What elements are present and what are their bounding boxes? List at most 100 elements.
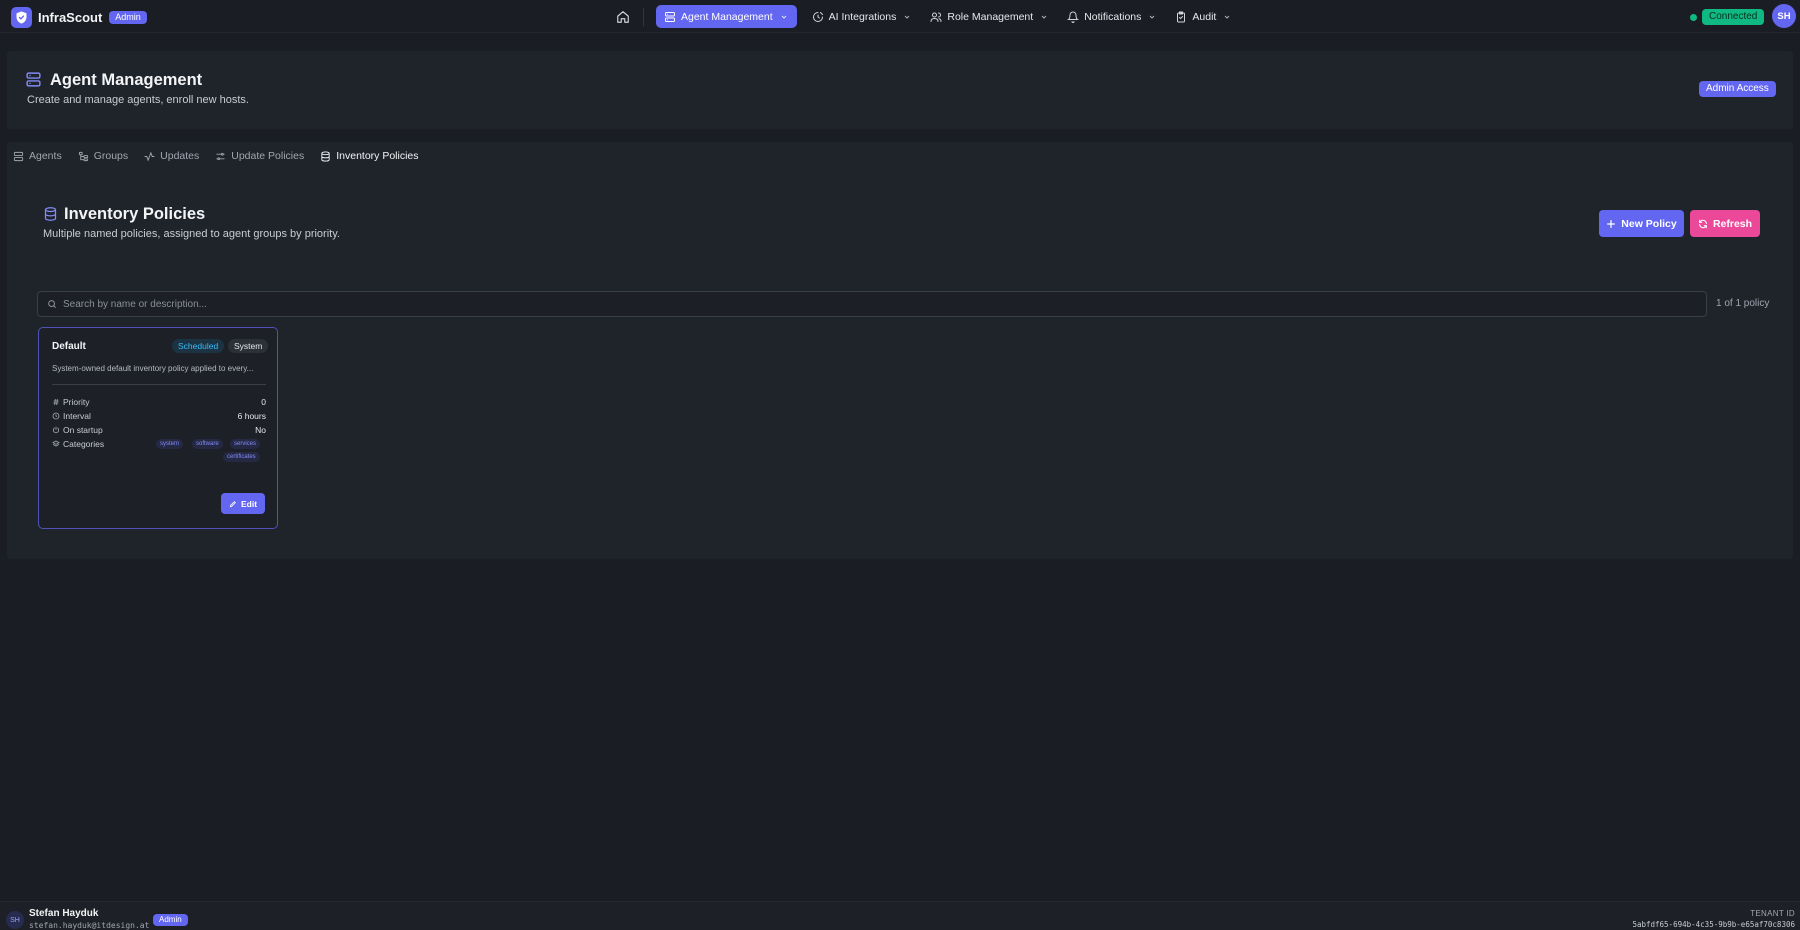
footer: SH Stefan Hayduk stefan.hayduk@itdesign.… (0, 901, 1800, 930)
property-value: 6 hours (237, 411, 266, 421)
app-name: InfraScout (38, 9, 103, 25)
server-icon (13, 151, 24, 162)
tab-bar: Agents Groups Updates Update Policies In… (13, 148, 435, 164)
edit-label: Edit (240, 498, 258, 509)
refresh-button[interactable]: Refresh (1690, 210, 1760, 237)
nav-ai-integrations[interactable]: AI Integrations (804, 5, 920, 28)
tab-inventory-policies[interactable]: Inventory Policies (320, 150, 419, 162)
nav-label: Notifications (1084, 10, 1142, 23)
result-count: 1 of 1 policy (1716, 298, 1770, 309)
nav-label: AI Integrations (828, 10, 897, 23)
property-key: Priority (63, 397, 90, 407)
main-nav: Agent Management AI Integrations Role Ma… (656, 5, 1242, 28)
activity-icon (144, 151, 155, 162)
chevron-down-icon (1040, 13, 1048, 21)
nav-audit[interactable]: Audit (1167, 5, 1239, 28)
clock-icon (52, 412, 60, 420)
section-subtitle: Multiple named policies, assigned to age… (43, 228, 340, 240)
tenant-label: TENANT ID (1750, 909, 1795, 918)
shield-logo-icon (11, 6, 32, 28)
edit-button[interactable]: Edit (221, 493, 265, 514)
tab-agents[interactable]: Agents (13, 150, 62, 162)
admin-access-badge: Admin Access (1699, 81, 1776, 97)
property-key: Interval (63, 411, 91, 421)
top-navbar: InfraScout Admin Agent Management AI Int… (0, 0, 1800, 33)
chevron-down-icon (780, 13, 788, 21)
database-icon (43, 206, 58, 222)
nav-label: Agent Management (681, 10, 773, 23)
section-title: Inventory Policies (64, 205, 206, 223)
nav-label: Audit (1192, 10, 1217, 23)
connection-badge: Connected (1702, 9, 1765, 25)
chevron-down-icon (1148, 13, 1156, 21)
policy-name: Default (52, 341, 86, 352)
policy-card[interactable]: Default Scheduled System System-owned de… (38, 327, 278, 529)
property-priority: Priority 0 (52, 396, 266, 408)
search-input[interactable] (63, 298, 1663, 310)
pencil-icon (229, 500, 237, 508)
tab-update-policies[interactable]: Update Policies (215, 150, 304, 162)
new-policy-button[interactable]: New Policy (1599, 210, 1684, 237)
property-interval: Interval 6 hours (52, 410, 266, 422)
tab-label: Update Policies (231, 150, 305, 162)
search-box (37, 291, 1707, 317)
ai-icon (812, 11, 824, 23)
policy-description: System-owned default inventory policy ap… (52, 364, 254, 373)
divider (52, 384, 266, 385)
power-icon (52, 426, 60, 434)
layers-icon (52, 440, 60, 448)
tab-label: Agents (29, 150, 62, 162)
chevron-down-icon (903, 13, 911, 21)
tab-label: Updates (160, 150, 200, 162)
category-chip: system (156, 439, 184, 449)
page-header: Agent Management Create and manage agent… (7, 51, 1793, 129)
tab-updates[interactable]: Updates (144, 150, 199, 162)
tab-groups[interactable]: Groups (78, 150, 128, 162)
main-panel: Agents Groups Updates Update Policies In… (7, 142, 1793, 559)
nav-divider (643, 8, 644, 26)
property-key: On startup (63, 425, 103, 435)
page-title: Agent Management (50, 71, 203, 89)
scheduled-badge: Scheduled (172, 339, 225, 353)
system-badge: System (228, 339, 269, 353)
brand[interactable]: InfraScout Admin (11, 6, 147, 28)
property-key: Categories (63, 439, 105, 449)
footer-user-email: stefan.hayduk@itdesign.at (29, 921, 150, 930)
property-value: No (255, 425, 266, 435)
home-icon[interactable] (616, 10, 630, 24)
role-badge: Admin (109, 10, 147, 24)
new-policy-label: New Policy (1621, 217, 1677, 230)
sliders-icon (215, 151, 226, 162)
server-icon (25, 71, 42, 88)
nav-notifications[interactable]: Notifications (1059, 5, 1164, 28)
chevron-down-icon (1223, 13, 1231, 21)
search-icon (47, 299, 57, 309)
bell-icon (1067, 11, 1080, 23)
nav-agent-management[interactable]: Agent Management (656, 5, 797, 28)
property-value: 0 (261, 397, 266, 407)
property-on-startup: On startup No (52, 424, 266, 436)
refresh-label: Refresh (1712, 217, 1753, 230)
category-chip: services (230, 439, 261, 449)
footer-user-name: Stefan Hayduk (29, 908, 99, 919)
user-avatar[interactable]: SH (1772, 4, 1796, 28)
refresh-icon (1698, 219, 1708, 229)
tab-label: Inventory Policies (336, 150, 419, 162)
footer-role-badge: Admin (153, 914, 188, 926)
status-dot (1690, 13, 1697, 21)
category-chip: software (192, 439, 223, 449)
nav-label: Role Management (947, 10, 1034, 23)
clipboard-icon (1175, 11, 1187, 23)
hash-icon (52, 398, 60, 406)
users-icon (930, 11, 942, 23)
footer-avatar[interactable]: SH (6, 911, 24, 929)
nav-role-management[interactable]: Role Management (922, 5, 1056, 28)
tree-icon (78, 151, 89, 162)
tab-label: Groups (93, 150, 129, 162)
category-chip: certificates (223, 452, 260, 462)
server-icon (664, 11, 676, 23)
database-icon (320, 150, 331, 162)
connection-status: Connected (1690, 9, 1765, 25)
plus-icon (1606, 219, 1616, 229)
page-subtitle: Create and manage agents, enroll new hos… (27, 94, 249, 106)
